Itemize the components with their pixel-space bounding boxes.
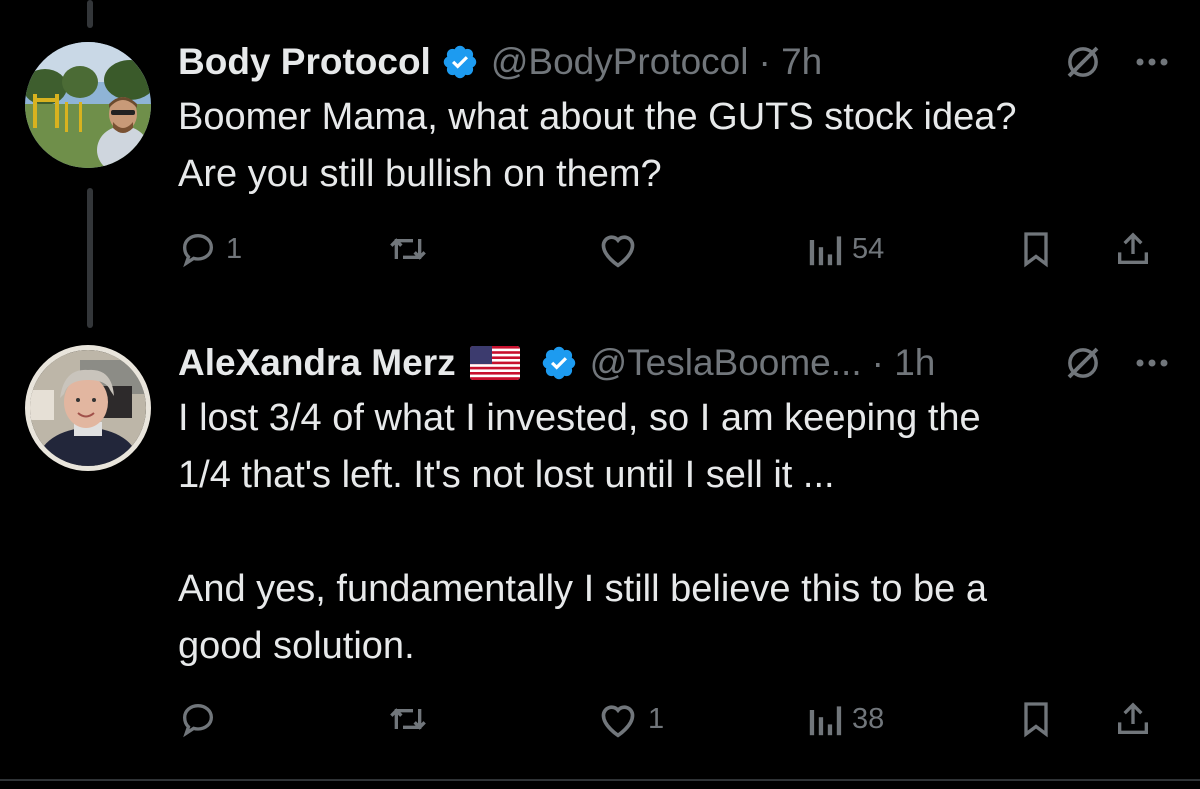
views-icon [809, 706, 842, 736]
tweet-text: Boomer Mama, what about the GUTS stock i… [178, 96, 1017, 195]
reply-count: 1 [226, 232, 243, 265]
views-button[interactable]: 38 [808, 694, 884, 744]
reply-button[interactable] [178, 694, 226, 744]
grok-icon[interactable] [1062, 342, 1104, 384]
views-icon [809, 236, 842, 266]
thread-connector [87, 188, 93, 328]
tweet-thread: Body Protocol @BodyProtocol · 7h Boomer … [0, 0, 1200, 789]
tweet-time[interactable]: · 1h [872, 340, 936, 386]
reply-icon [182, 703, 214, 738]
share-icon [1118, 702, 1148, 734]
like-count: 1 [648, 702, 665, 735]
like-button[interactable]: 1 [596, 694, 664, 744]
verified-badge-icon[interactable] [441, 43, 479, 81]
tweet-header: AleXandra Merz @TeslaBoome... · 1h [178, 340, 1170, 386]
tweet-alexandra-merz[interactable]: AleXandra Merz @TeslaBoome... · 1h I los… [178, 340, 1170, 675]
more-icon[interactable] [1134, 357, 1170, 369]
tweet-header: Body Protocol @BodyProtocol · 7h [178, 39, 1170, 85]
tweet-actions: 1 54 [178, 224, 1170, 274]
retweet-button[interactable] [386, 224, 438, 274]
tweet-header-actions [1062, 340, 1170, 386]
bookmark-button[interactable] [1016, 224, 1056, 274]
divider [0, 779, 1200, 781]
retweet-icon [390, 238, 426, 260]
share-button[interactable] [1113, 224, 1153, 274]
more-icon[interactable] [1134, 56, 1170, 68]
like-icon [601, 705, 635, 738]
views-button[interactable]: 54 [808, 224, 884, 274]
tweet-text: I lost 3/4 of what I invested, so I am k… [178, 397, 988, 667]
grok-icon[interactable] [1062, 41, 1104, 83]
tweet-actions: 1 38 [178, 694, 1170, 744]
retweet-icon [390, 708, 426, 730]
author-handle[interactable]: @TeslaBoome... [590, 340, 862, 386]
avatar-body-protocol[interactable] [25, 42, 151, 168]
reply-button[interactable]: 1 [178, 224, 242, 274]
author-name[interactable]: AleXandra Merz [178, 340, 456, 386]
avatar-alexandra-merz[interactable] [25, 345, 151, 471]
view-count: 38 [852, 702, 885, 735]
tweet-body-protocol[interactable]: Body Protocol @BodyProtocol · 7h Boomer … [178, 39, 1170, 203]
verified-badge-icon[interactable] [540, 344, 578, 382]
tweet-time[interactable]: · 7h [758, 39, 822, 85]
like-icon [601, 235, 635, 268]
reply-icon [182, 233, 214, 268]
share-icon [1118, 232, 1148, 264]
thread-connector-top [87, 0, 93, 28]
us-flag-icon [469, 346, 520, 380]
bookmark-icon [1024, 232, 1048, 268]
share-button[interactable] [1113, 694, 1153, 744]
retweet-button[interactable] [386, 694, 438, 744]
like-button[interactable] [596, 224, 648, 274]
author-handle[interactable]: @BodyProtocol [491, 39, 749, 85]
author-name[interactable]: Body Protocol [178, 39, 431, 85]
tweet-header-actions [1062, 39, 1170, 85]
bookmark-button[interactable] [1016, 694, 1056, 744]
view-count: 54 [852, 232, 885, 265]
bookmark-icon [1024, 702, 1048, 738]
